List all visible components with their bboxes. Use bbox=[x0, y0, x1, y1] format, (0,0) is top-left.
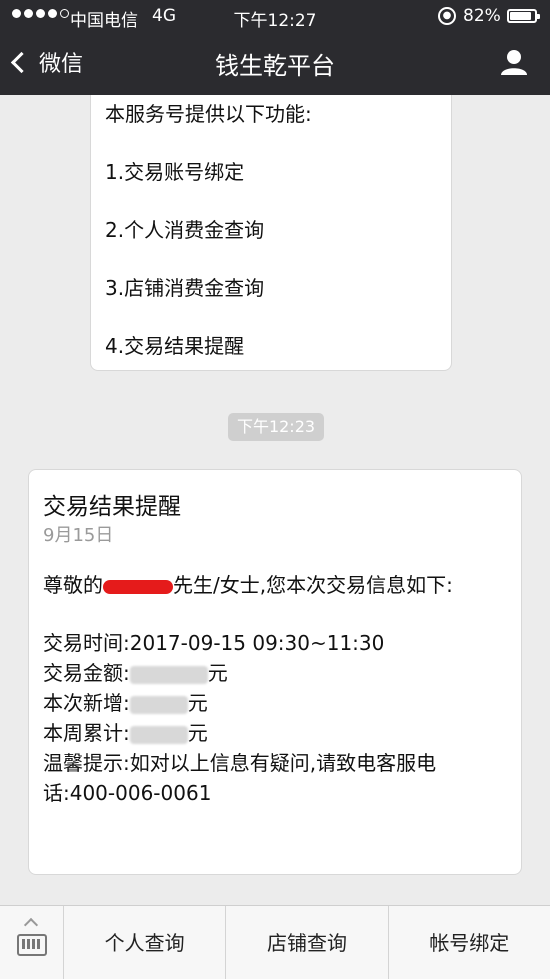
row-amount: 交易金额: 元 bbox=[43, 658, 507, 688]
top-bar: 中国电信 4G 下午12:27 ● 82% 微信 钱生乾平台 bbox=[0, 0, 550, 95]
menu-item-personal-query[interactable]: 个人查询 bbox=[64, 906, 227, 979]
redacted-name bbox=[103, 579, 173, 594]
unit: 元 bbox=[207, 661, 228, 685]
bubble-line: 3.店铺消费金查询 bbox=[105, 276, 265, 300]
card-date: 9月15日 bbox=[43, 525, 114, 546]
bubble-line: 本服务号提供以下功能: bbox=[105, 102, 312, 126]
label: 交易金额: bbox=[43, 661, 130, 685]
bubble-line: 1.交易账号绑定 bbox=[105, 160, 245, 184]
card-title: 交易结果提醒 bbox=[43, 494, 181, 520]
bubble-line: 2.个人消费金查询 bbox=[105, 218, 265, 242]
transaction-details: 交易时间:2017-09-15 09:30~11:30 交易金额: 元 本次新增:… bbox=[43, 628, 507, 808]
bubble-line: 4.交易结果提醒 bbox=[105, 334, 245, 358]
unit: 元 bbox=[187, 721, 208, 745]
rotation-lock-icon: ● bbox=[438, 7, 456, 25]
navigation-bar: 微信 钱生乾平台 bbox=[0, 32, 550, 95]
blurred-value bbox=[129, 695, 188, 714]
keyboard-toggle-button[interactable] bbox=[0, 906, 64, 979]
greeting-post: 先生/女士,您本次交易信息如下: bbox=[173, 573, 453, 597]
label: 本周累计: bbox=[43, 721, 130, 745]
row-tip: 温馨提示:如对以上信息有疑问,请致电客服电话:400-006-0061 bbox=[43, 751, 437, 805]
notification-card[interactable]: 交易结果提醒 9月15日 尊敬的 先生/女士,您本次交易信息如下: 交易时间:20… bbox=[28, 469, 522, 875]
message-bubble: 本服务号提供以下功能: 1.交易账号绑定 2.个人消费金查询 3.店铺消费金查询… bbox=[90, 95, 452, 371]
chevron-up-icon bbox=[23, 917, 39, 933]
menu-item-store-query[interactable]: 店铺查询 bbox=[226, 906, 389, 979]
row-added: 本次新增: 元 bbox=[43, 688, 507, 718]
greeting: 尊敬的 先生/女士,您本次交易信息如下: bbox=[43, 570, 507, 600]
label: 本次新增: bbox=[43, 691, 130, 715]
value: 2017-09-15 09:30~11:30 bbox=[129, 631, 385, 655]
person-icon[interactable] bbox=[500, 48, 528, 76]
greeting-pre: 尊敬的 bbox=[43, 573, 103, 597]
blurred-value bbox=[129, 665, 208, 684]
blurred-value bbox=[129, 725, 188, 744]
row-weekly: 本周累计: 元 bbox=[43, 718, 507, 748]
page-title: 钱生乾平台 bbox=[215, 52, 335, 80]
status-bar: 中国电信 4G 下午12:27 ● 82% bbox=[0, 0, 550, 32]
bottom-menu: 个人查询 店铺查询 帐号绑定 bbox=[0, 905, 550, 979]
menu-item-account-binding[interactable]: 帐号绑定 bbox=[389, 906, 550, 979]
label: 交易时间: bbox=[43, 631, 130, 655]
unit: 元 bbox=[187, 691, 208, 715]
chat-area[interactable]: 本服务号提供以下功能: 1.交易账号绑定 2.个人消费金查询 3.店铺消费金查询… bbox=[0, 95, 550, 905]
battery-percent: 82% bbox=[463, 6, 501, 26]
row-time: 交易时间:2017-09-15 09:30~11:30 bbox=[43, 628, 507, 658]
battery-icon bbox=[507, 9, 540, 23]
keyboard-icon bbox=[17, 934, 47, 956]
message-time: 下午12:23 bbox=[228, 413, 324, 441]
